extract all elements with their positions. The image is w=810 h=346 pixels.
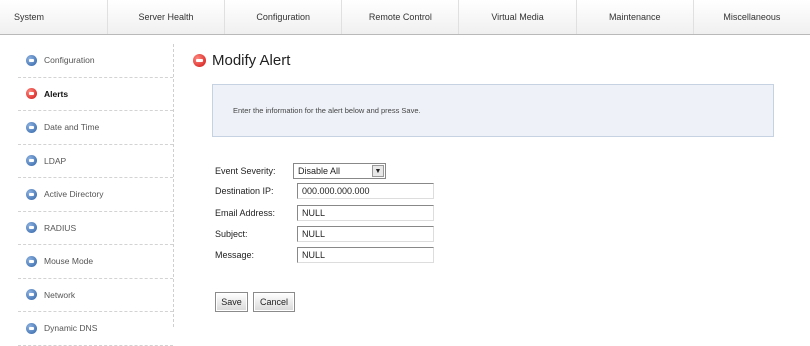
email-address-field[interactable]: NULL — [297, 205, 434, 221]
sidebar-item-label: Configuration — [44, 55, 95, 66]
sidebar-item-label: RADIUS — [44, 222, 77, 233]
arrow-circle-icon — [26, 322, 37, 334]
sidebar-item-dynamic-dns[interactable]: Dynamic DNS — [18, 312, 173, 346]
sidebar-item-configuration[interactable]: Configuration — [18, 44, 173, 78]
sidebar-item-label: Date and Time — [44, 122, 100, 133]
sidebar-item-label: LDAP — [44, 155, 67, 166]
subject-label: Subject: — [215, 229, 248, 239]
menu-configuration[interactable]: Configuration — [225, 0, 343, 34]
page-title: Modify Alert — [193, 52, 290, 69]
arrow-circle-icon — [26, 222, 37, 234]
arrow-circle-icon — [193, 54, 206, 67]
destination-ip-field[interactable]: 000.000.000.000 — [297, 183, 434, 199]
arrow-circle-icon — [26, 289, 37, 301]
arrow-circle-icon — [26, 121, 37, 133]
sidebar-item-label: Mouse Mode — [44, 256, 94, 267]
menu-remote-control[interactable]: Remote Control — [342, 0, 460, 34]
sidebar-item-label: Network — [44, 289, 76, 300]
info-text: Enter the information for the alert belo… — [233, 106, 421, 115]
subject-field[interactable]: NULL — [297, 226, 434, 242]
main-content: Modify Alert Enter the information for t… — [193, 44, 793, 327]
message-row: Message: — [215, 246, 254, 264]
email-address-row: Email Address: — [215, 204, 275, 222]
sidebar-item-label: Dynamic DNS — [44, 323, 98, 334]
sidebar-item-mouse-mode[interactable]: Mouse Mode — [18, 245, 173, 279]
sidebar-item-date-and-time[interactable]: Date and Time — [18, 111, 173, 145]
info-box: Enter the information for the alert belo… — [212, 84, 774, 137]
top-menu-bar: System Server Health Configuration Remot… — [0, 0, 810, 35]
arrow-circle-icon — [26, 54, 37, 66]
event-severity-select[interactable]: Disable All ▼ — [293, 163, 386, 179]
arrow-circle-icon — [26, 155, 37, 167]
save-button[interactable]: Save — [215, 292, 248, 312]
chevron-down-icon[interactable]: ▼ — [372, 165, 384, 177]
event-severity-row: Event Severity: — [215, 162, 276, 180]
message-field[interactable]: NULL — [297, 247, 434, 263]
arrow-circle-icon — [26, 188, 37, 200]
menu-system[interactable]: System — [0, 0, 108, 34]
subject-value: NULL — [302, 229, 326, 239]
sidebar-item-ldap[interactable]: LDAP — [18, 145, 173, 178]
sidebar-item-alerts[interactable]: Alerts — [18, 78, 173, 111]
arrow-circle-icon — [26, 255, 37, 267]
sidebar-item-radius[interactable]: RADIUS — [18, 212, 173, 245]
event-severity-value: Disable All — [298, 166, 341, 176]
destination-ip-value: 000.000.000.000 — [302, 186, 370, 196]
subject-row: Subject: — [215, 225, 248, 243]
cancel-button[interactable]: Cancel — [253, 292, 295, 312]
menu-miscellaneous[interactable]: Miscellaneous — [694, 0, 810, 34]
page-title-text: Modify Alert — [212, 52, 291, 69]
sidebar-item-label: Alerts — [44, 88, 69, 99]
sidebar: Configuration Alerts Date and Time LDAP … — [18, 44, 174, 346]
event-severity-label: Event Severity: — [215, 166, 276, 176]
arrow-circle-icon — [26, 88, 37, 100]
sidebar-item-network[interactable]: Network — [18, 279, 173, 312]
message-value: NULL — [302, 250, 326, 260]
sidebar-item-label: Active Directory — [44, 189, 104, 200]
sidebar-item-active-directory[interactable]: Active Directory — [18, 178, 173, 212]
message-label: Message: — [215, 250, 255, 260]
email-address-value: NULL — [302, 208, 326, 218]
menu-server-health[interactable]: Server Health — [108, 0, 226, 34]
destination-ip-label: Destination IP: — [215, 186, 274, 196]
menu-maintenance[interactable]: Maintenance — [577, 0, 694, 34]
menu-virtual-media[interactable]: Virtual Media — [459, 0, 577, 34]
email-address-label: Email Address: — [215, 208, 276, 218]
destination-ip-row: Destination IP: — [215, 182, 274, 200]
